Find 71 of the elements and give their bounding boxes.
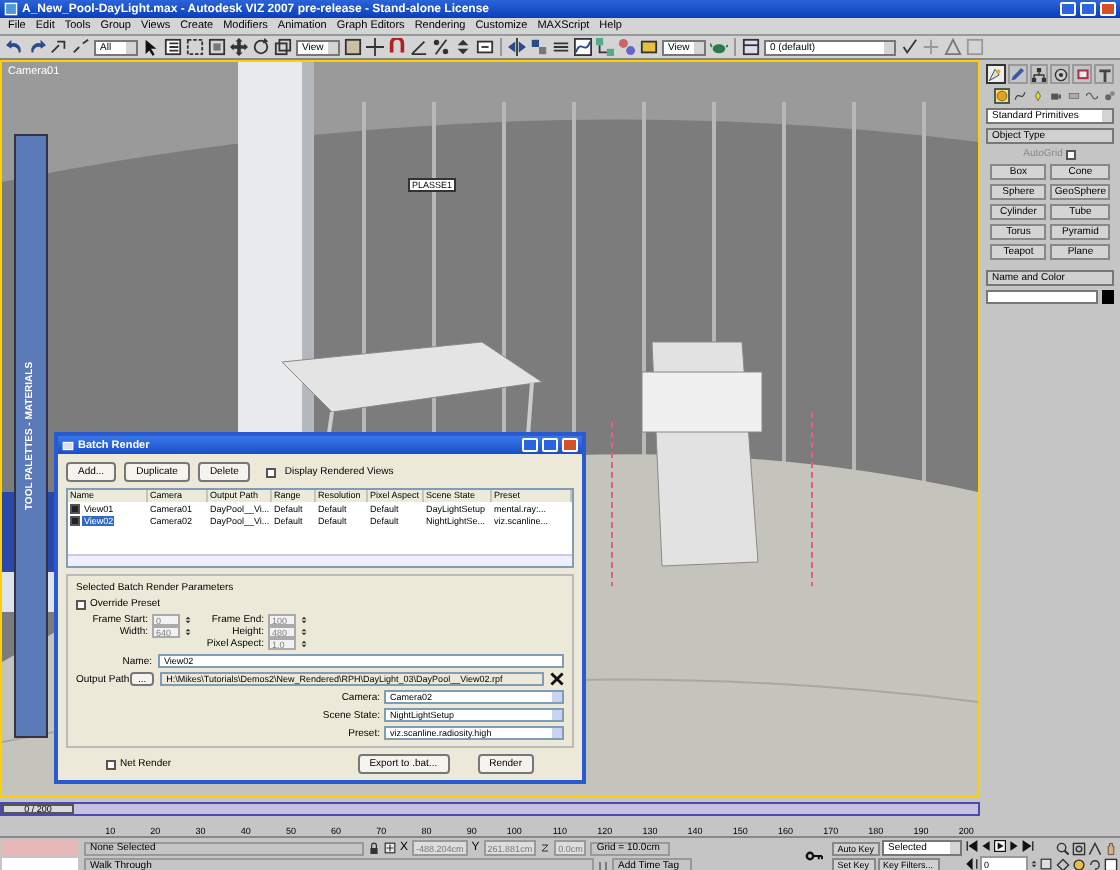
previous-frame-icon[interactable]: [980, 840, 992, 852]
modify-tab[interactable]: [1007, 64, 1028, 84]
close-button[interactable]: [562, 438, 578, 452]
checkbox[interactable]: [70, 515, 80, 525]
curve-editor-icon[interactable]: [574, 38, 592, 56]
checkbox[interactable]: [70, 503, 80, 513]
wave-category-button[interactable]: [1084, 88, 1100, 104]
z-axis-icon: [540, 842, 551, 854]
play-icon[interactable]: [994, 840, 1006, 852]
shape-category-button[interactable]: [1012, 88, 1028, 104]
shape-icon: [1014, 90, 1026, 102]
list-icon[interactable]: [164, 38, 182, 56]
display-tab[interactable]: [1072, 64, 1093, 84]
light-category-button[interactable]: [1030, 88, 1046, 104]
scale-icon[interactable]: [274, 38, 292, 56]
go-to-end-icon[interactable]: [1022, 840, 1034, 852]
close-button[interactable]: [1100, 2, 1116, 16]
clear-icon[interactable]: [550, 672, 564, 686]
maximize-button[interactable]: [542, 438, 558, 452]
next-frame-icon[interactable]: [1008, 840, 1020, 852]
angle-snap-icon[interactable]: [410, 38, 428, 56]
layer-manager-icon[interactable]: [742, 38, 760, 56]
motion-icon: [1053, 67, 1068, 81]
script-output-field[interactable]: [2, 857, 78, 870]
maximize-button[interactable]: [1080, 2, 1096, 16]
zoom-all-icon[interactable]: [1072, 842, 1086, 856]
key-icon[interactable]: [801, 848, 826, 864]
hierarchy-tab[interactable]: [1029, 64, 1049, 84]
hierarchy-icon: [1032, 67, 1047, 81]
teapot-icon[interactable]: [710, 38, 728, 56]
hammer-icon: [1097, 67, 1112, 81]
color-swatch[interactable]: [1102, 290, 1114, 304]
camera-category-button[interactable]: [1048, 88, 1064, 104]
camera-icon: [1050, 90, 1062, 102]
create-icon: [988, 67, 1003, 81]
display-icon: [1075, 67, 1090, 81]
name-field[interactable]: [986, 290, 1098, 304]
checkbox[interactable]: [1066, 149, 1077, 159]
app-icon[interactable]: [4, 2, 18, 16]
roll-icon[interactable]: [1088, 858, 1102, 870]
rotate-icon[interactable]: [252, 38, 270, 56]
modify-icon: [1010, 67, 1025, 81]
sphere-icon: [996, 90, 1008, 102]
percent-snap-icon[interactable]: [432, 38, 450, 56]
move-icon[interactable]: [230, 38, 248, 56]
mirror-icon[interactable]: [508, 38, 526, 56]
go-to-start-icon[interactable]: [966, 840, 978, 852]
checkbox[interactable]: [106, 759, 116, 769]
layer-current-icon[interactable]: [900, 38, 918, 56]
lock-icon[interactable]: [368, 842, 380, 854]
crosshair-icon[interactable]: [366, 38, 384, 56]
create-tab[interactable]: [986, 64, 1006, 84]
hammer-tab[interactable]: [1094, 64, 1114, 84]
minimize-button[interactable]: [1060, 2, 1076, 16]
minimize-button[interactable]: [522, 438, 538, 452]
region-icon[interactable]: [186, 38, 204, 56]
sphere-category-button[interactable]: [994, 88, 1010, 104]
link-icon[interactable]: [50, 38, 68, 56]
wave-icon: [1086, 90, 1098, 102]
cursor-icon[interactable]: [142, 38, 160, 56]
zoom-icon[interactable]: [1056, 842, 1070, 856]
checkbox[interactable]: [76, 599, 86, 609]
redo-icon[interactable]: [28, 38, 46, 56]
script-listener-field[interactable]: [2, 840, 78, 855]
undo-icon[interactable]: [6, 38, 24, 56]
horizontal-scrollbar[interactable]: [68, 554, 572, 566]
dialog-icon: [62, 439, 74, 451]
motion-tab[interactable]: [1050, 64, 1071, 84]
light-icon: [1032, 90, 1044, 102]
snap-icon[interactable]: [388, 38, 406, 56]
checkbox[interactable]: [266, 467, 277, 477]
